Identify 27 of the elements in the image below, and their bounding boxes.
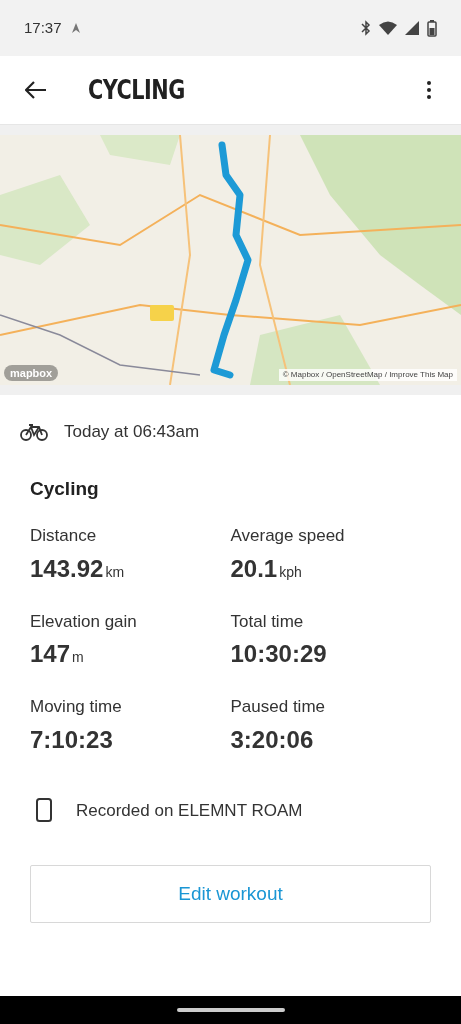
stat-label: Total time [230, 610, 305, 633]
bluetooth-icon [361, 20, 371, 36]
clock: 17:37 [24, 17, 62, 38]
signal-icon [405, 21, 419, 35]
map-logo: mapbox [4, 364, 59, 381]
activity-name: Cycling [30, 476, 100, 501]
navigation-icon [69, 22, 82, 34]
battery-icon [427, 19, 437, 37]
activity-date: Today at 06:43am [64, 421, 200, 443]
stat-label: Moving time [30, 696, 123, 718]
phone-icon [36, 798, 52, 823]
stat-label: Average speed [230, 525, 346, 547]
stat-label: Elevation gain [30, 610, 138, 633]
wifi-icon [379, 21, 397, 35]
stat-value: 147 m [30, 639, 85, 669]
stat-value: 143.92 km [30, 553, 126, 584]
map-attribution: © Mapbox / OpenStreetMap / Improve This Map [278, 369, 457, 381]
bicycle-icon [20, 422, 48, 441]
stat-value: 10:30:29 [230, 639, 328, 669]
stat-value: 7:10:23 [30, 724, 114, 755]
stat-label: Paused time [230, 696, 326, 718]
page-title: CYCLING [88, 73, 185, 107]
edit-workout-button[interactable]: Edit workout [30, 865, 431, 923]
device-text: Recorded on ELEMNT ROAM [76, 799, 303, 822]
stat-value: 20.1 kph [230, 553, 303, 584]
stat-value: 3:20:06 [230, 724, 315, 755]
stat-label: Distance [30, 525, 98, 547]
